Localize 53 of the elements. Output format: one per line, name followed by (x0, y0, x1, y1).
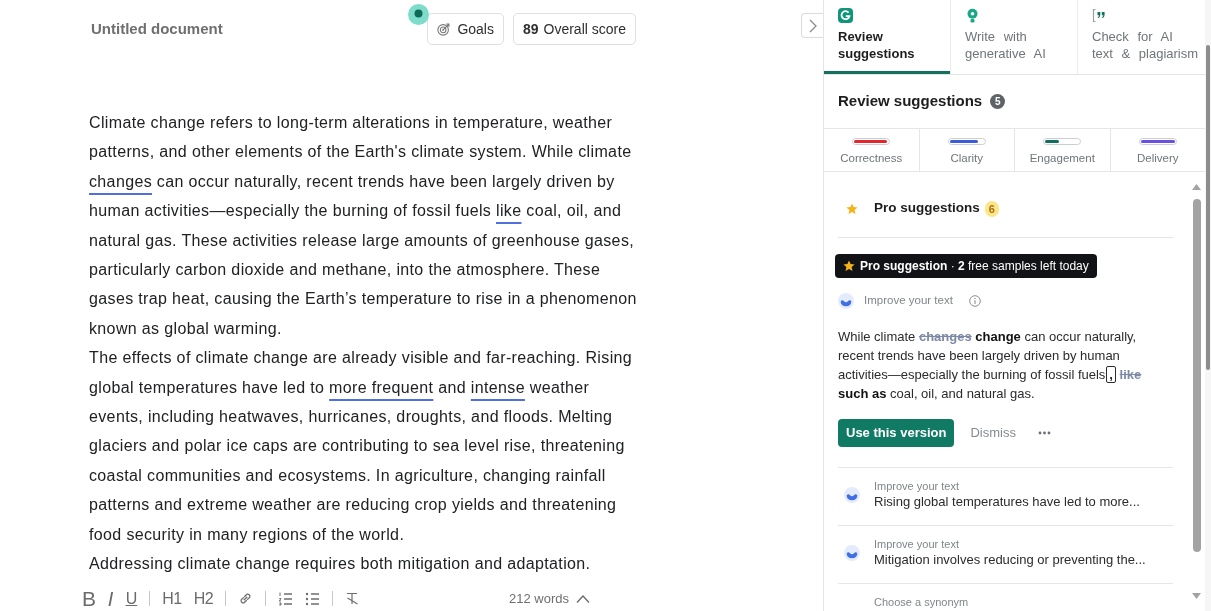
suggestion-preview[interactable]: Rising global temperatures have led to more... (874, 493, 1140, 511)
bullet-list-icon[interactable] (305, 591, 321, 606)
paragraph: Climate change refers to long-term alterations in temperature, weather patterns, and other elements of the Earth's climate system. While climate changes can occur naturally, recent trends have been largely driven by human activities—especially the burning of fossil fuels like coal, oil, and natural gas. These activities release large amounts of greenhouse gases, particularly carbon dioxide and methane, into the atmosphere. These gases trap heat, causing the Earth’s temperature to rise in a phenomenon known as global warming. (89, 113, 637, 339)
dot-icon[interactable] (408, 4, 430, 25)
suggestion-type: Improve your text (874, 479, 959, 493)
collapse-button[interactable] (801, 13, 823, 38)
quote-icon (1092, 8, 1107, 23)
star-icon (846, 202, 858, 215)
more-icon[interactable] (1037, 431, 1051, 435)
wave-icon (844, 487, 860, 503)
caret-up-icon (576, 594, 590, 603)
logo-icon (838, 8, 853, 23)
flagged-word[interactable]: like (496, 202, 522, 220)
clear-format-icon[interactable] (345, 591, 361, 606)
document-title: Untitled document (91, 18, 223, 39)
flagged-word[interactable]: changes (89, 172, 152, 190)
bold-button[interactable]: B (82, 588, 96, 609)
flagged-word[interactable]: more frequent (329, 378, 434, 396)
heading-button[interactable]: H2 (193, 588, 214, 609)
chevron-right-icon (808, 18, 817, 33)
flagged-word[interactable]: intense (470, 378, 525, 396)
scroll-down-icon[interactable] (1192, 593, 1201, 599)
wave-icon (838, 293, 854, 309)
count-badge: 6 (984, 200, 999, 217)
score-button[interactable]: 89 Overall score (512, 13, 636, 45)
paragraph: Addressing climate change requires both mitigation and adaptation. (89, 554, 592, 575)
goals-button[interactable]: Goals (427, 13, 504, 45)
suggestion-type: Improve your text (874, 537, 959, 551)
heading-button[interactable]: H1 (162, 588, 182, 609)
suggestion-type: Improve your text (864, 293, 953, 309)
count-badge: 5 (990, 94, 1006, 109)
italic-button[interactable]: I (108, 588, 114, 609)
star-icon (843, 260, 855, 272)
page-scrollbar-thumb[interactable] (1206, 45, 1210, 370)
info-icon[interactable] (968, 295, 981, 307)
paragraph: The effects of climate change are already visible and far-reaching. Rising global temperatures have led to more frequent and intense weather events, including heatwaves, hurricanes, droughts, and floods. Melting glaciers and polar ice caps are contributing to sea level rise, threatening coastal communities and ecosystems. In agriculture, changing rainfall patterns and extreme weather are reducing crop yields and threatening food security in many regions of the world. (89, 348, 634, 545)
suggestion-text: While climate changes change can occur naturally, recent trends have been largely driven by human activities—especially the burning of fossil fuels , like such as coal, oil, and natural gas. (838, 328, 1143, 403)
scroll-up-icon[interactable] (1192, 184, 1201, 190)
scrollbar-thumb[interactable] (1192, 199, 1201, 552)
word-count-button[interactable]: 212 words (509, 588, 590, 609)
underline-button[interactable]: U (125, 588, 138, 609)
panel-tab[interactable]: Review suggestions (824, 0, 951, 74)
section-title: Pro suggestions (874, 199, 980, 218)
numbered-list-icon[interactable] (278, 591, 294, 606)
panel-heading: Review suggestions (838, 91, 983, 112)
wave-icon (844, 545, 860, 561)
lightbulb-icon (965, 8, 980, 23)
dismiss-button[interactable]: Dismiss (962, 419, 1024, 447)
banner-text: Pro suggestion · 2 free samples left today (860, 258, 1089, 275)
suggestion-preview[interactable]: Mitigation involves reducing or preventing the... (874, 551, 1146, 569)
suggestion-type: Choose a synonym (874, 595, 969, 609)
target-icon (437, 22, 452, 36)
use-version-button[interactable]: Use this version (838, 419, 955, 447)
